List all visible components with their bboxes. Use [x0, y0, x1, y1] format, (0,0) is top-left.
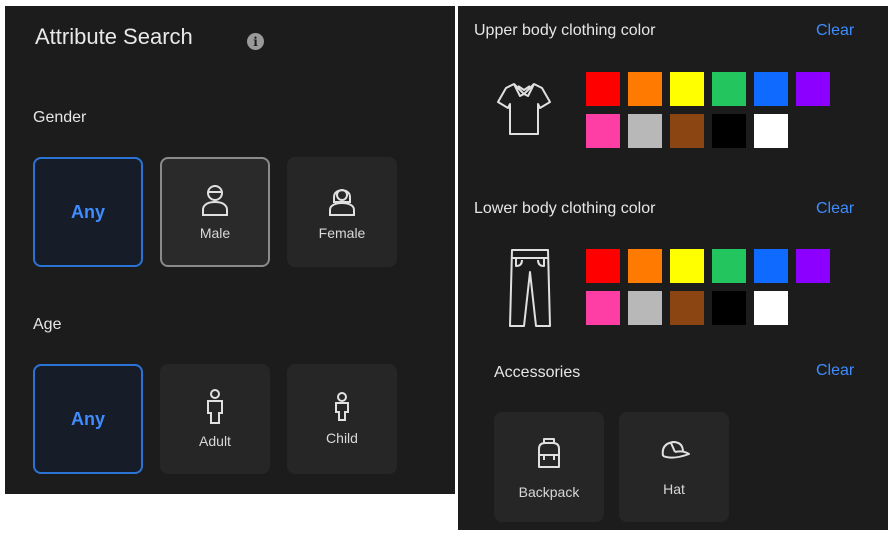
gender-any-button[interactable]: Any — [33, 157, 143, 267]
shirt-icon — [496, 80, 552, 143]
accessory-hat-label: Hat — [663, 480, 685, 497]
attribute-search-panel: Attribute Search i Gender Any Male Femal… — [5, 6, 455, 494]
lower-color-swatch[interactable] — [628, 291, 662, 325]
age-any-label: Any — [70, 408, 105, 429]
lower-color-swatch[interactable] — [754, 291, 788, 325]
backpack-icon — [534, 435, 564, 474]
upper-color-swatch[interactable] — [796, 72, 830, 106]
panel-title: Attribute Search — [35, 24, 193, 49]
blank-area — [5, 494, 455, 540]
lower-body-label: Lower body clothing color — [474, 200, 656, 217]
upper-color-swatch[interactable] — [712, 72, 746, 106]
lower-color-swatch[interactable] — [712, 249, 746, 283]
upper-color-swatch[interactable] — [586, 72, 620, 106]
male-icon — [200, 183, 230, 217]
lower-color-swatch[interactable] — [712, 291, 746, 325]
gender-male-label: Male — [199, 225, 231, 241]
age-child-button[interactable]: Child — [287, 364, 397, 474]
upper-body-label: Upper body clothing color — [474, 22, 656, 39]
gender-female-button[interactable]: Female — [287, 157, 397, 267]
lower-color-swatch[interactable] — [670, 291, 704, 325]
gender-label: Gender — [33, 109, 87, 126]
upper-color-swatch[interactable] — [586, 114, 620, 148]
age-label: Age — [33, 316, 62, 333]
adult-icon — [204, 389, 226, 425]
lower-color-swatch[interactable] — [670, 249, 704, 283]
info-icon[interactable]: i — [247, 33, 264, 50]
accessory-backpack-label: Backpack — [518, 483, 580, 500]
upper-color-swatch[interactable] — [628, 114, 662, 148]
accessories-label: Accessories — [494, 364, 581, 381]
gender-male-button[interactable]: Male — [160, 157, 270, 267]
pants-icon — [508, 246, 552, 333]
lower-color-swatch[interactable] — [796, 249, 830, 283]
clothing-attributes-panel: Upper body clothing color Clear Lower bo… — [458, 6, 888, 530]
hat-icon — [657, 438, 691, 471]
upper-color-swatch[interactable] — [670, 114, 704, 148]
upper-color-swatch[interactable] — [754, 72, 788, 106]
lower-color-swatch[interactable] — [586, 249, 620, 283]
accessory-backpack-button[interactable]: Backpack — [494, 412, 604, 522]
child-icon — [332, 392, 352, 422]
age-adult-button[interactable]: Adult — [160, 364, 270, 474]
upper-color-swatch[interactable] — [628, 72, 662, 106]
lower-color-swatch[interactable] — [628, 249, 662, 283]
lower-color-swatch[interactable] — [754, 249, 788, 283]
female-icon — [327, 183, 357, 217]
age-any-button[interactable]: Any — [33, 364, 143, 474]
upper-color-swatch[interactable] — [754, 114, 788, 148]
age-child-label: Child — [326, 430, 358, 446]
upper-color-swatch[interactable] — [670, 72, 704, 106]
gender-any-label: Any — [70, 201, 105, 222]
lower-clear-link[interactable]: Clear — [816, 200, 854, 218]
age-adult-label: Adult — [199, 433, 231, 449]
upper-color-swatch[interactable] — [712, 114, 746, 148]
upper-clear-link[interactable]: Clear — [816, 22, 854, 40]
gender-female-label: Female — [318, 225, 366, 241]
accessories-clear-link[interactable]: Clear — [816, 362, 854, 380]
accessory-hat-button[interactable]: Hat — [619, 412, 729, 522]
lower-color-swatch[interactable] — [586, 291, 620, 325]
